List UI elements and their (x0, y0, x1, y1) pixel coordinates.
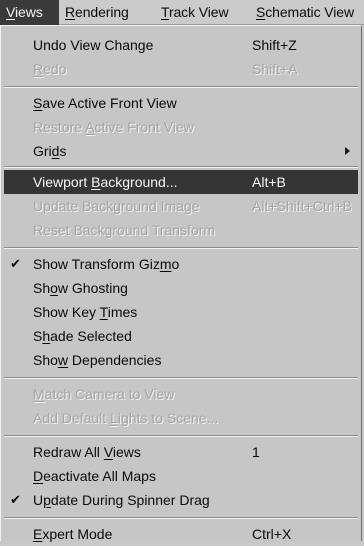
menu-item-shade-selected[interactable]: Shade Selected (4, 324, 358, 348)
menu-separator (4, 86, 358, 88)
menu-item-save-active-front-view[interactable]: Save Active Front View (4, 91, 358, 115)
menu-item-label: Redo (33, 61, 67, 77)
menu-item-label: Viewport Background... (33, 174, 178, 190)
menu-item-deactivate-all-maps[interactable]: Deactivate All Maps (4, 464, 358, 488)
submenu-arrow-icon (345, 147, 350, 155)
menu-separator (4, 166, 358, 168)
menu-item-shortcut: Ctrl+X (252, 526, 292, 542)
menu-item-undo-view-change[interactable]: Undo View Change Shift+Z (4, 33, 358, 57)
menu-item-label: Undo View Change (33, 37, 154, 53)
menu-item-label: Expert Mode (33, 526, 113, 542)
menu-item-match-camera-to-view[interactable]: Match Camera to View (4, 382, 358, 406)
menu-item-update-background-image[interactable]: Update Background Image Alt+Shift+Ctrl+B (4, 194, 358, 218)
menu-item-shortcut: Shift+Z (252, 37, 297, 53)
menu-item-label: Restore Active Front View (33, 119, 194, 135)
menu-item-show-dependencies[interactable]: Show Dependencies (4, 348, 358, 372)
check-icon: ✔ (10, 256, 21, 271)
menu-item-label: Show Ghosting (33, 280, 128, 296)
menu-item-label: Redraw All Views (33, 444, 141, 460)
menu-item-update-during-spinner-drag[interactable]: ✔ Update During Spinner Drag (4, 488, 358, 512)
menu-item-expert-mode[interactable]: Expert Mode Ctrl+X (4, 522, 358, 546)
menu-item-viewport-background[interactable]: Viewport Background... Alt+B (4, 170, 358, 194)
menu-item-redraw-all-views[interactable]: Redraw All Views 1 (4, 440, 358, 464)
menu-item-add-default-lights[interactable]: Add Default Lights to Scene... (4, 406, 358, 430)
menu-item-restore-active-front-view[interactable]: Restore Active Front View (4, 115, 358, 139)
menu-item-label: Show Transform Gizmo (33, 256, 180, 272)
menu-item-label: Add Default Lights to Scene... (33, 410, 219, 426)
menu-views-label: iews (15, 4, 43, 20)
menu-views-mnemonic: V (6, 4, 15, 20)
menu-track-view[interactable]: Track View (155, 0, 234, 25)
views-dropdown-menu: Undo View Change Shift+Z Redo Shift+A Sa… (0, 25, 362, 542)
menu-bar: Views Rendering Track View Schematic Vie… (0, 0, 364, 25)
menu-item-shortcut: Alt+B (252, 174, 286, 190)
menu-item-label: Update During Spinner Drag (33, 492, 210, 508)
menu-item-label: Grids (33, 143, 67, 159)
menu-separator (4, 377, 358, 379)
menu-item-label: Match Camera to View (33, 386, 175, 402)
menu-item-redo[interactable]: Redo Shift+A (4, 57, 358, 81)
menu-item-label: Reset Background Transform (33, 222, 216, 238)
menu-item-show-ghosting[interactable]: Show Ghosting (4, 276, 358, 300)
menu-item-shortcut: Alt+Shift+Ctrl+B (252, 198, 352, 214)
menu-item-label: Deactivate All Maps (33, 468, 156, 484)
menu-separator (4, 517, 358, 519)
menu-item-label: Shade Selected (33, 328, 132, 344)
menu-separator (4, 247, 358, 249)
check-icon: ✔ (10, 492, 21, 507)
menu-item-reset-background-transform[interactable]: Reset Background Transform (4, 218, 358, 242)
menu-separator (4, 435, 358, 437)
menu-rendering[interactable]: Rendering (59, 0, 135, 25)
menu-schematic-view[interactable]: Schematic View (250, 0, 360, 25)
menu-item-label: Update Background Image (33, 198, 200, 214)
menu-views[interactable]: Views (0, 0, 59, 25)
menu-item-label: Save Active Front View (33, 95, 177, 111)
menu-item-grids[interactable]: Grids (4, 139, 358, 163)
menu-item-label: Show Key Times (33, 304, 138, 320)
menu-item-shortcut: Shift+A (252, 61, 298, 77)
menu-item-shortcut: 1 (252, 444, 260, 460)
menu-item-label: Show Dependencies (33, 352, 162, 368)
menu-item-show-key-times[interactable]: Show Key Times (4, 300, 358, 324)
menu-item-show-transform-gizmo[interactable]: ✔ Show Transform Gizmo (4, 252, 358, 276)
